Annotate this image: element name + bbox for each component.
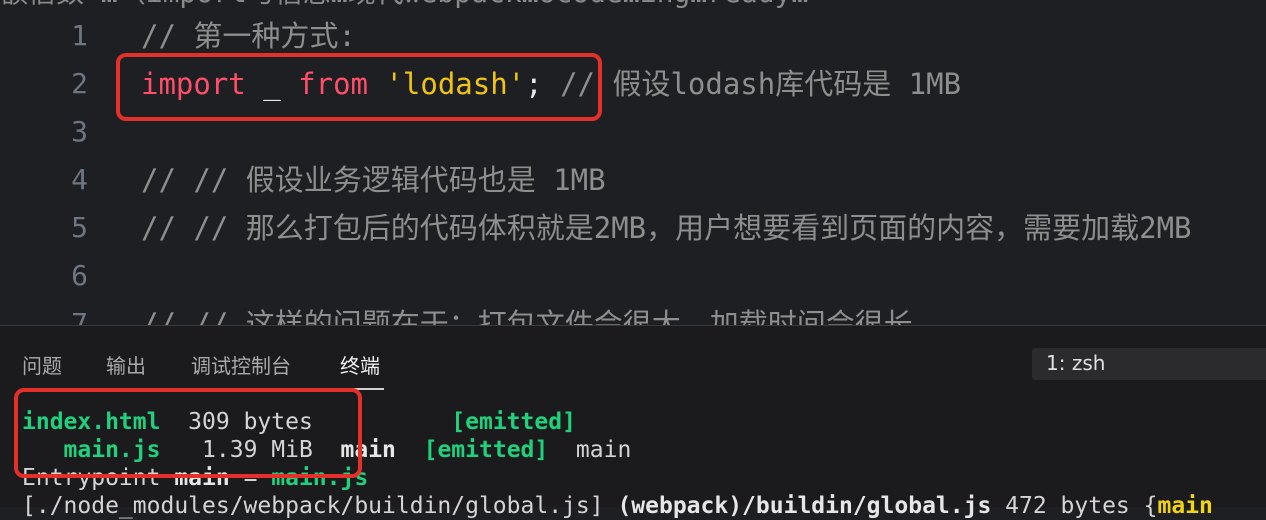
- tab-debug-console[interactable]: 调试控制台: [191, 350, 291, 379]
- line-number: 5: [71, 211, 88, 244]
- line-number: 3: [71, 115, 88, 148]
- code-comment: // 假设lodash库代码是 1MB: [542, 67, 962, 101]
- code-comment: // // 那么打包后的代码体积就是2MB，用户想要看到页面的内容，需要加载2M…: [141, 211, 1192, 245]
- tab-terminal[interactable]: 终端: [340, 350, 380, 379]
- bottom-panel: 问题 输出 调试控制台 终端 1: zsh index.html 309 byt…: [0, 325, 1266, 519]
- line-number: 1: [71, 19, 88, 52]
- code-editor[interactable]: 额信数 …（import与信息…现代webpack…ocode…ing…read…: [0, 0, 1266, 325]
- tab-problems[interactable]: 问题: [22, 350, 62, 379]
- chunk-names: main: [548, 437, 632, 463]
- terminal-selector-label: 1: zsh: [1046, 351, 1106, 375]
- highlight-box-assets: [14, 388, 362, 478]
- line-number: 6: [71, 259, 88, 292]
- emitted-status: [emitted]: [451, 409, 576, 435]
- module-path: [./node_modules/webpack/buildin/global.j…: [22, 493, 618, 519]
- emitted-status: [emitted]: [423, 437, 549, 463]
- line-number: 4: [71, 163, 88, 196]
- terminal-selector[interactable]: 1: zsh: [1032, 348, 1266, 380]
- code-comment: // // 这样的问题在于：打包文件会很大，加载时间会很长: [141, 307, 913, 325]
- partial-top-line: 额信数 …（import与信息…现代webpack…ocode…ing…read…: [0, 0, 808, 8]
- module-name: (webpack)/buildin/global.js: [617, 493, 992, 519]
- tab-output[interactable]: 输出: [106, 350, 146, 379]
- terminal-line: [./node_modules/webpack/buildin/global.j…: [22, 492, 1213, 520]
- highlight-box-import: [116, 53, 602, 121]
- line-number: 7: [71, 307, 88, 325]
- line-number: 2: [71, 67, 88, 100]
- module-size: 472 bytes {: [991, 493, 1158, 519]
- module-chunk: main: [1157, 493, 1213, 519]
- code-comment: // // 假设业务逻辑代码也是 1MB: [141, 163, 606, 197]
